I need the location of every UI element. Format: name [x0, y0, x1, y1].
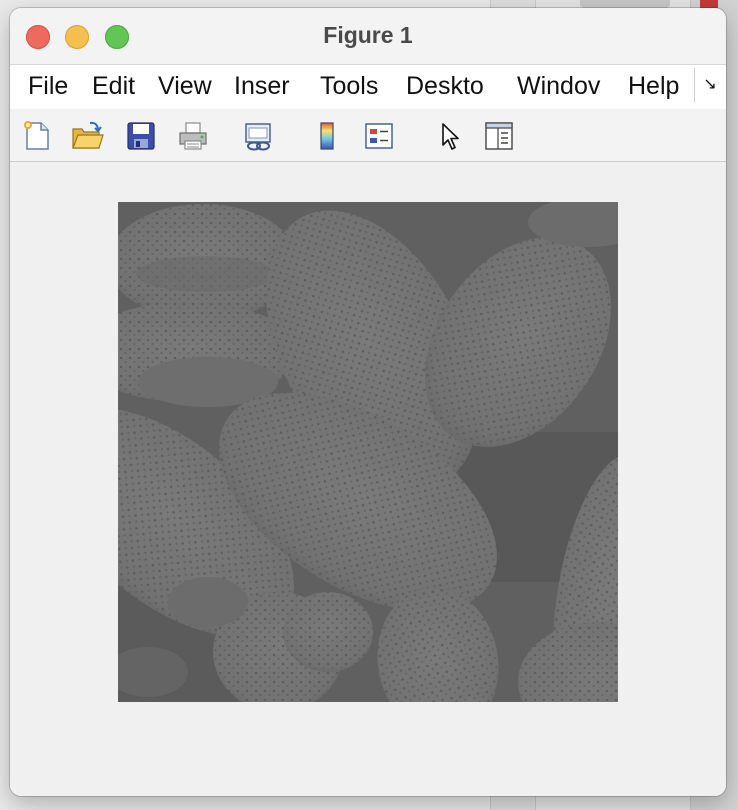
print-icon[interactable]	[176, 119, 210, 153]
menu-help[interactable]: Help	[628, 71, 688, 103]
figure-toolbar	[10, 109, 726, 162]
menu-insert[interactable]: Inser	[234, 71, 304, 103]
window-title: Figure 1	[323, 22, 413, 48]
edit-plot-pointer-icon[interactable]	[434, 119, 468, 153]
menu-window[interactable]: Windov	[517, 71, 610, 103]
menu-edit[interactable]: Edit	[92, 71, 140, 103]
figure-canvas[interactable]	[10, 162, 726, 796]
figure-window: Figure 1 File Edit View Inser Tools Desk…	[10, 8, 726, 796]
menu-file[interactable]: File	[28, 71, 78, 103]
property-inspector-icon[interactable]	[482, 119, 516, 153]
menu-desktop[interactable]: Deskto	[406, 71, 500, 103]
insert-legend-icon[interactable]	[362, 119, 396, 153]
link-plot-icon[interactable]	[242, 119, 276, 153]
menu-view[interactable]: View	[158, 71, 218, 103]
background-tab	[580, 0, 670, 8]
pollen-image[interactable]	[118, 202, 618, 702]
new-figure-icon[interactable]	[20, 119, 54, 153]
menu-overflow-button[interactable]: ↘	[694, 68, 725, 102]
menu-bar: File Edit View Inser Tools Deskto Windov…	[10, 64, 726, 110]
save-icon[interactable]	[124, 119, 158, 153]
menu-tools[interactable]: Tools	[320, 71, 388, 103]
open-file-icon[interactable]	[70, 119, 104, 153]
title-bar[interactable]: Figure 1	[10, 8, 726, 64]
insert-colorbar-icon[interactable]	[310, 119, 344, 153]
